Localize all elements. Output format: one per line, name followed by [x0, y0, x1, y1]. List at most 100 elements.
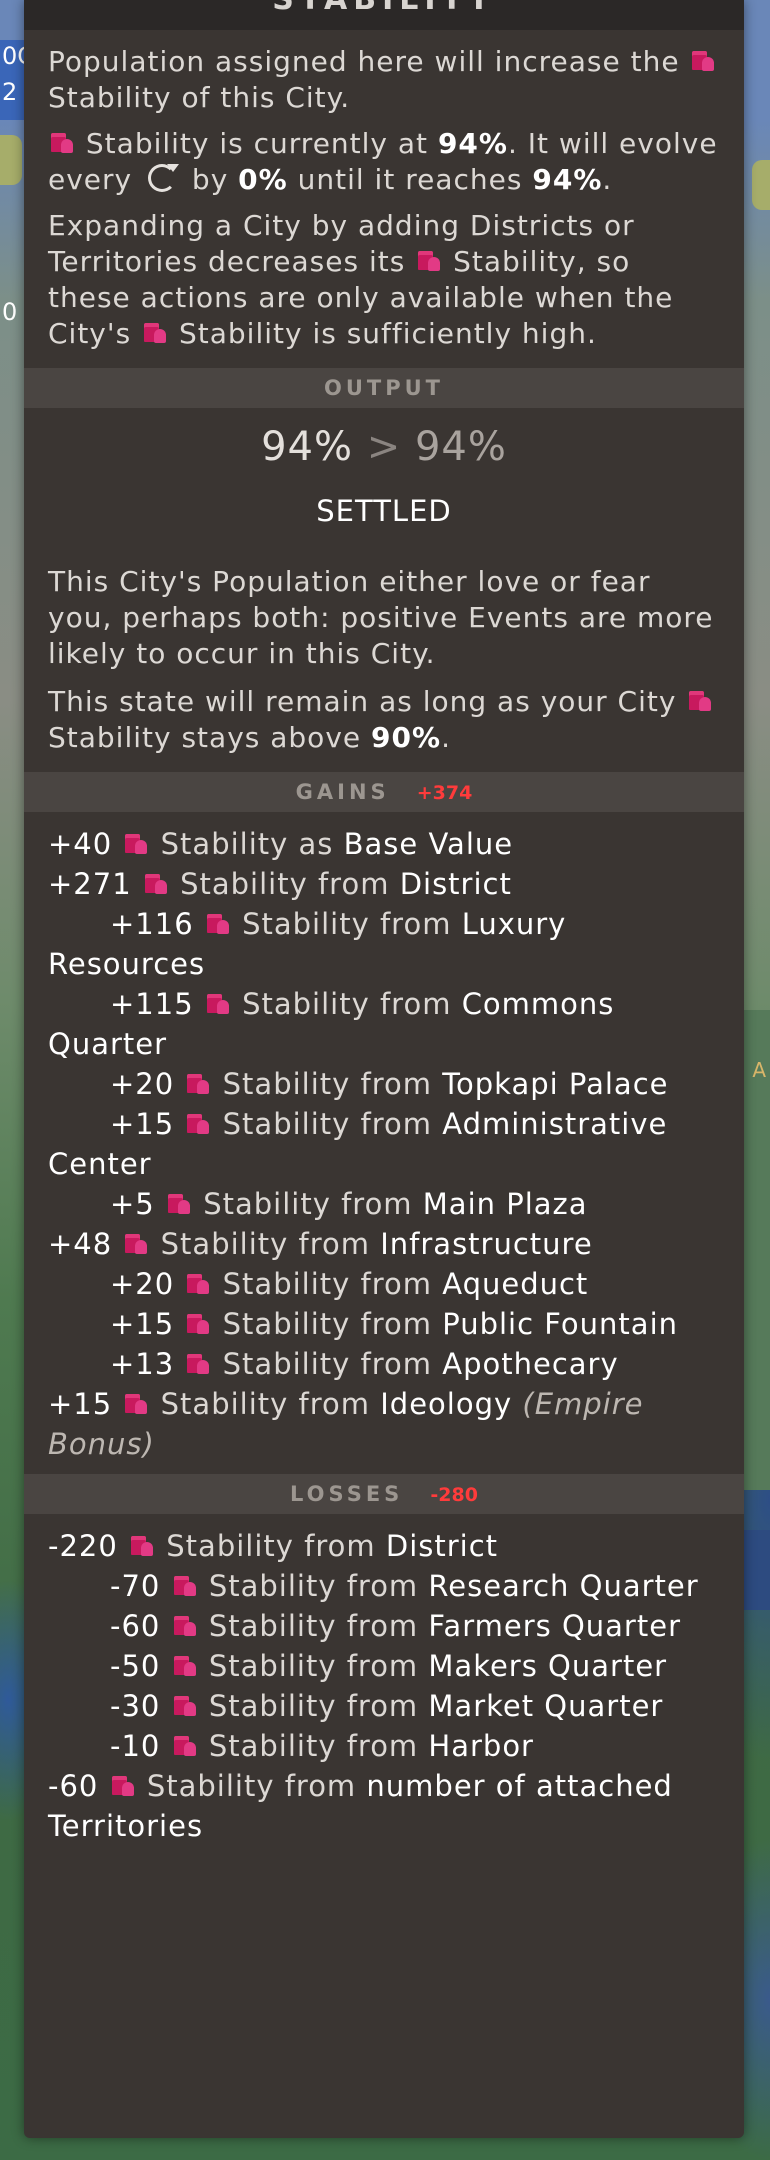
line-text: Stability from — [208, 1569, 419, 1603]
line-amount: +271 — [48, 867, 132, 901]
line-text: Stability from — [160, 1227, 371, 1261]
gain-item: +5 Stability from Main Plaza — [48, 1184, 720, 1224]
line-source: Farmers Quarter — [428, 1609, 681, 1643]
target-stability-value: 94% — [532, 163, 603, 196]
line-source: Ideology — [380, 1387, 513, 1421]
gains-total: +374 — [416, 782, 473, 804]
output-description-2: This state will remain as long as your C… — [48, 684, 720, 756]
line-source: District — [385, 1529, 499, 1563]
line-source: Harbor — [428, 1729, 534, 1763]
losses-list: -220 Stability from District -70 Stabilit… — [24, 1514, 744, 1856]
line-source: Research Quarter — [428, 1569, 699, 1603]
line-text: Stability from — [222, 1067, 433, 1101]
edge-text-left-2: 2 — [2, 78, 18, 106]
line-text: Stability from — [166, 1529, 376, 1563]
current-stability-value: 94% — [437, 127, 508, 160]
output-values: 94% > 94% — [24, 424, 744, 470]
stability-icon — [186, 1272, 210, 1296]
stability-icon — [186, 1352, 210, 1376]
line-amount: +48 — [48, 1227, 113, 1261]
line-amount: +20 — [110, 1267, 175, 1301]
line-text: Stability from — [222, 1267, 433, 1301]
loss-item: -10 Stability from Harbor — [48, 1726, 720, 1766]
line-source: number of attached Territories — [48, 1769, 673, 1843]
stability-state: SETTLED — [316, 494, 452, 528]
gains-list: +40 Stability as Base Value +271 Stabilit… — [24, 812, 744, 1474]
turn-icon — [148, 164, 180, 192]
line-source: District — [399, 867, 512, 901]
gain-item: +271 Stability from District — [48, 864, 720, 904]
line-text: Stability from — [203, 1187, 413, 1221]
gain-item: +15 Stability from Administrative Center — [48, 1104, 720, 1184]
loss-item: -220 Stability from District — [48, 1526, 720, 1566]
map-terrain-right — [742, 1010, 770, 1490]
line-text: Stability as — [160, 827, 334, 861]
line-amount: -70 — [110, 1569, 161, 1603]
threshold-value: 90% — [371, 721, 442, 754]
line-amount: -10 — [110, 1729, 161, 1763]
loss-item: -50 Stability from Makers Quarter — [48, 1646, 720, 1686]
stability-icon — [173, 1734, 197, 1758]
losses-total: -280 — [430, 1484, 478, 1506]
stability-icon — [186, 1112, 210, 1136]
losses-label: LOSSES — [290, 1482, 404, 1506]
stability-icon — [186, 1072, 210, 1096]
line-text: Stability from — [208, 1609, 419, 1643]
tooltip-header: STABILITY — [24, 0, 744, 30]
stability-tooltip: STABILITY Population assigned here will … — [24, 0, 744, 2138]
line-text: Stability from — [146, 1769, 357, 1803]
gain-item: +15 Stability from Ideology (Empire Bonu… — [48, 1384, 720, 1464]
stability-icon — [417, 249, 441, 273]
line-amount: -30 — [110, 1689, 161, 1723]
line-source: Main Plaza — [422, 1187, 588, 1221]
stability-icon — [691, 49, 715, 73]
line-text: Stability from — [160, 1387, 371, 1421]
output-target: 94% — [414, 424, 507, 470]
stability-icon — [124, 832, 148, 856]
stability-icon — [173, 1574, 197, 1598]
output-label: OUTPUT — [324, 376, 444, 400]
line-source: Aqueduct — [442, 1267, 589, 1301]
map-unit-chip-left[interactable] — [0, 135, 22, 185]
stability-icon — [144, 872, 168, 896]
gains-section-header: GAINS +374 — [24, 772, 744, 812]
stability-icon — [688, 689, 712, 713]
line-source: Market Quarter — [428, 1689, 664, 1723]
line-amount: +116 — [110, 907, 194, 941]
description-paragraph-1: Population assigned here will increase t… — [48, 44, 720, 116]
line-amount: +15 — [110, 1307, 175, 1341]
stability-icon — [124, 1232, 148, 1256]
line-amount: +13 — [110, 1347, 175, 1381]
stability-icon — [206, 992, 230, 1016]
loss-item: -30 Stability from Market Quarter — [48, 1686, 720, 1726]
output-section: 94% > 94% SETTLED — [24, 408, 744, 528]
loss-item: -60 Stability from Farmers Quarter — [48, 1606, 720, 1646]
line-text: Stability from — [208, 1729, 419, 1763]
line-text: Stability from — [208, 1649, 419, 1683]
line-text: Stability from — [242, 987, 452, 1021]
stability-icon — [173, 1654, 197, 1678]
output-section-header: OUTPUT — [24, 368, 744, 408]
losses-section-header: LOSSES -280 — [24, 1474, 744, 1514]
line-source: Public Fountain — [442, 1307, 679, 1341]
line-source: Makers Quarter — [428, 1649, 668, 1683]
line-source: Apothecary — [442, 1347, 619, 1381]
gain-item: +13 Stability from Apothecary — [48, 1344, 720, 1384]
gain-item: +15 Stability from Public Fountain — [48, 1304, 720, 1344]
map-unit-chip-right[interactable] — [752, 160, 770, 210]
line-amount: +15 — [110, 1107, 175, 1141]
line-text: Stability from — [242, 907, 452, 941]
stability-icon — [167, 1192, 191, 1216]
line-amount: +40 — [48, 827, 113, 861]
line-text: Stability from — [222, 1107, 433, 1141]
description-paragraph-2: Stability is currently at 94%. It will e… — [48, 127, 718, 196]
output-current: 94% — [261, 424, 354, 470]
stability-icon — [186, 1312, 210, 1336]
output-arrow: > — [366, 424, 402, 470]
line-amount: -220 — [48, 1529, 118, 1563]
gain-item: +40 Stability as Base Value — [48, 824, 720, 864]
line-text: Stability from — [180, 867, 390, 901]
map-water-right — [744, 1530, 770, 1610]
line-source: Topkapi Palace — [442, 1067, 669, 1101]
stability-description: Population assigned here will increase t… — [24, 30, 744, 352]
